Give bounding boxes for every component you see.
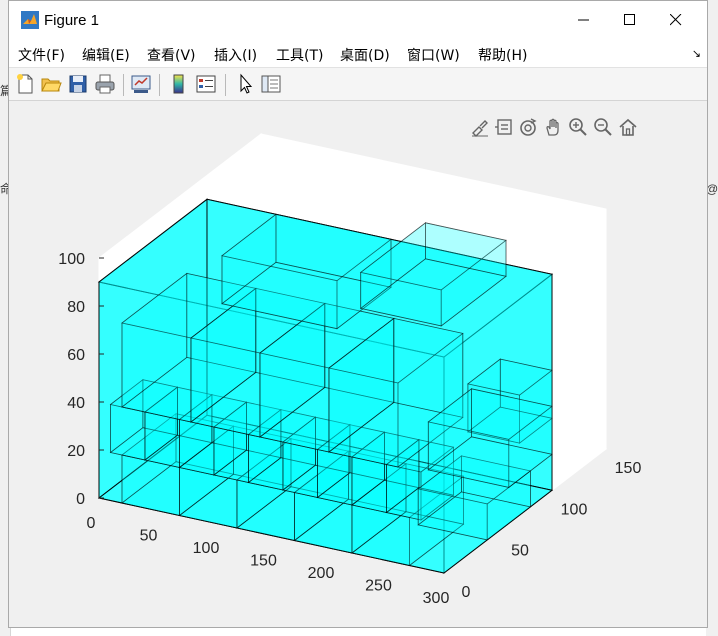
z-tick-label: 80 (67, 299, 85, 316)
z-tick-label: 40 (67, 395, 85, 412)
x-tick-label: 0 (87, 515, 96, 532)
packed-boxes (97, 198, 554, 575)
z-tick-label: 60 (67, 347, 85, 364)
y-tick-label: 150 (615, 460, 642, 477)
x-tick-label: 150 (250, 553, 277, 570)
x-tick-label: 250 (365, 578, 392, 595)
x-tick-label: 100 (193, 540, 220, 557)
y-tick-label: 0 (462, 584, 471, 601)
z-tick-label: 20 (67, 443, 85, 460)
box-face (393, 317, 464, 418)
x-tick-label: 50 (140, 528, 158, 545)
x-tick-label: 300 (423, 590, 450, 607)
z-tick-label: 0 (76, 491, 85, 508)
z-tick-label: 100 (58, 251, 85, 268)
y-tick-label: 100 (561, 501, 588, 518)
axes-3d[interactable]: 0 50 100 150 200 250 300 0 50 100 150 0 20 40 60 80 100 (0, 0, 718, 636)
y-tick-label: 50 (511, 543, 529, 560)
x-tick-label: 200 (308, 565, 335, 582)
